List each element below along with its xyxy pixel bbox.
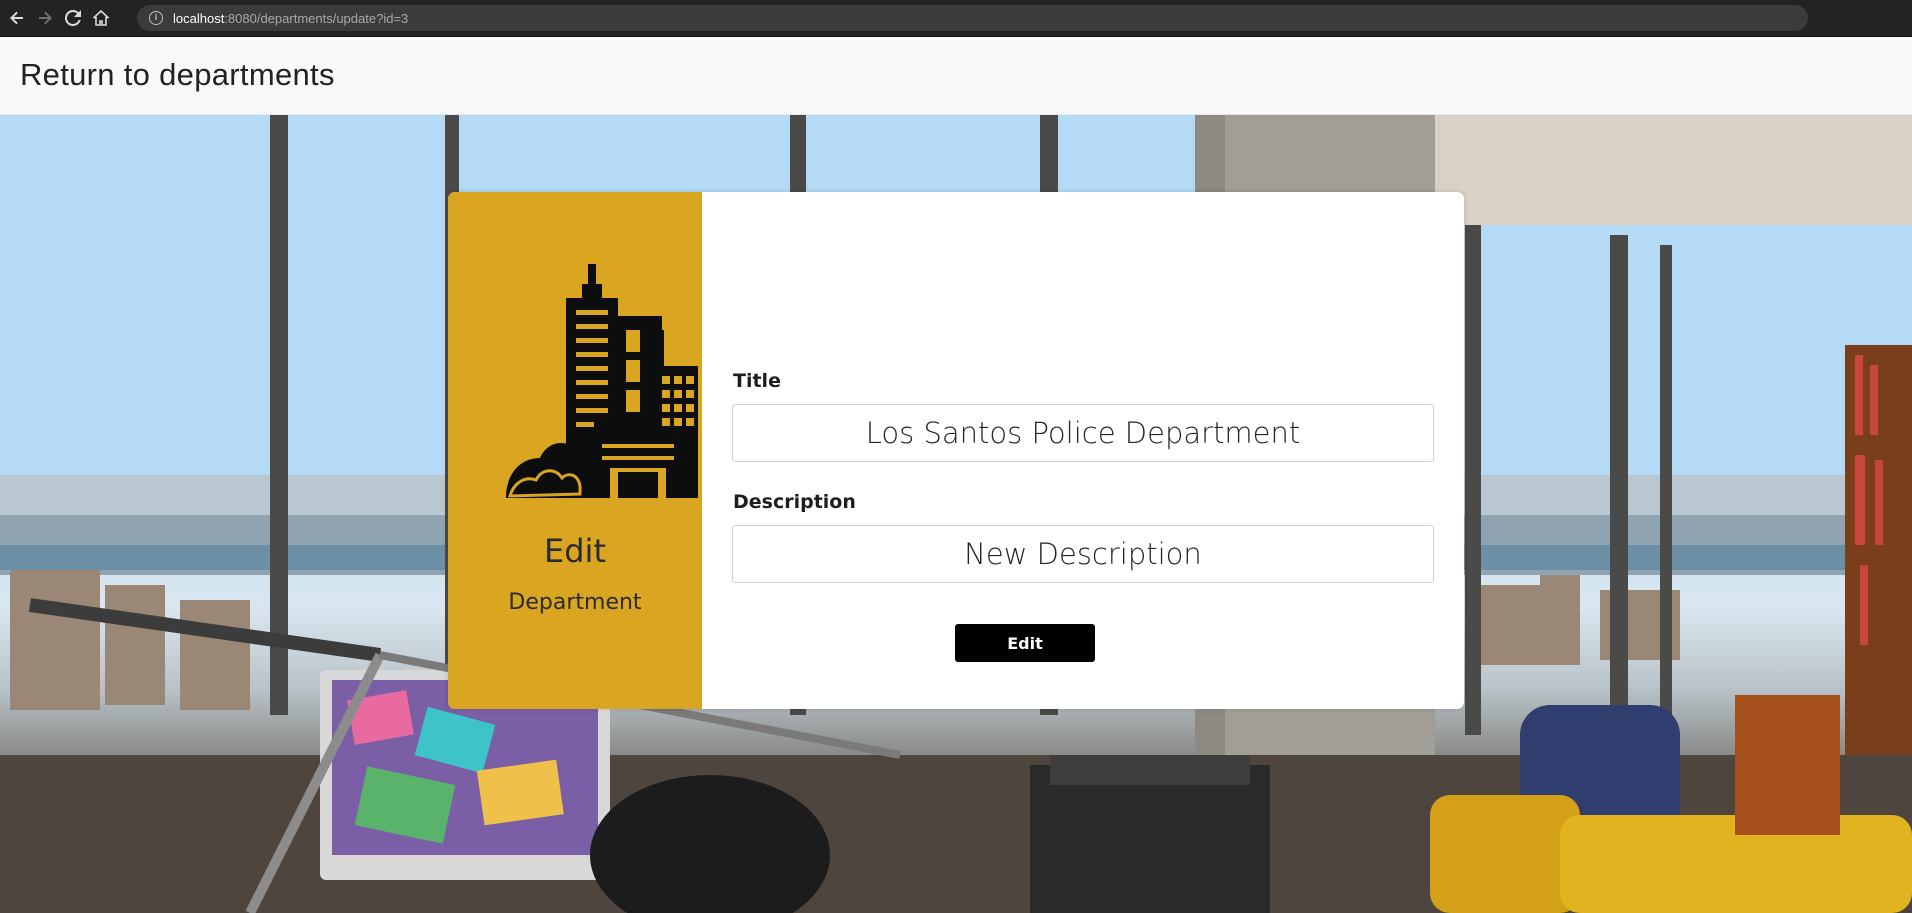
page-navbar: Return to departments (0, 37, 1912, 115)
back-icon[interactable] (6, 7, 28, 29)
card-heading: Edit (544, 532, 606, 570)
info-icon[interactable]: i (149, 11, 163, 25)
reload-icon[interactable] (62, 7, 84, 29)
title-input[interactable] (732, 404, 1434, 462)
address-bar[interactable]: i localhost:8080/departments/update?id=3 (137, 5, 1808, 31)
description-input[interactable] (732, 525, 1434, 583)
url-path: :8080/departments/update?id=3 (224, 10, 409, 26)
browser-toolbar: i localhost:8080/departments/update?id=3 (0, 0, 1912, 37)
card-subheading: Department (508, 590, 642, 615)
edit-submit-button[interactable]: Edit (955, 624, 1095, 662)
home-icon[interactable] (90, 7, 112, 29)
forward-icon[interactable] (34, 7, 56, 29)
edit-department-card: Edit Department Title Description Edit (448, 192, 1464, 709)
description-label: Description (733, 491, 856, 513)
city-buildings-icon (506, 264, 698, 498)
card-side-panel: Edit Department (448, 192, 702, 709)
url-host: localhost (173, 10, 225, 26)
title-label: Title (733, 370, 781, 392)
return-to-departments-link[interactable]: Return to departments (20, 57, 335, 93)
